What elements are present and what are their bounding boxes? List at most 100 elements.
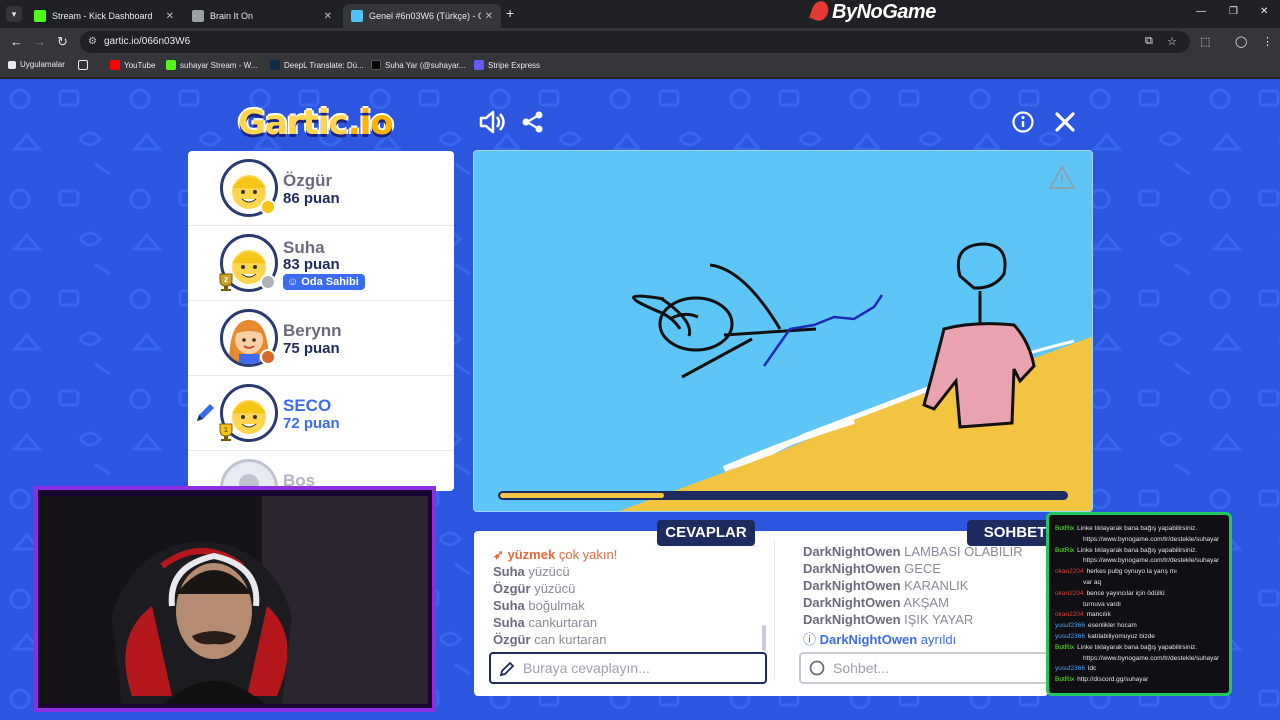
kick-icon xyxy=(34,10,46,22)
chat-username: BotRix xyxy=(1055,546,1075,554)
reload-icon[interactable]: ↻ xyxy=(57,34,68,50)
status-dot xyxy=(260,349,276,365)
stream-chat-line: https://www.bynogame.com/tr/destekle/suh… xyxy=(1083,557,1219,565)
answers-scrollbar[interactable] xyxy=(762,625,766,651)
bookmark-deepl[interactable]: DeepL Translate: Dü... xyxy=(270,60,364,70)
maximize-icon[interactable]: ❐ xyxy=(1229,6,1238,17)
stream-chat-line: okan2204 mancılık xyxy=(1055,611,1111,619)
page-icon xyxy=(192,10,204,22)
stream-chat-line: okan2204 herkes pubg oynuyo la yarış mı xyxy=(1055,568,1177,576)
chat-text: https://www.bynogame.com/tr/destekle/suh… xyxy=(1083,535,1220,543)
chat-username: yusuf2366 xyxy=(1055,633,1085,640)
share-icon[interactable] xyxy=(521,110,545,134)
close-tab-icon[interactable]: ✕ xyxy=(324,11,332,22)
close-answer-message: ➶ yüzmek çok yakın! xyxy=(493,547,618,562)
player-row: Berynn 75 puan xyxy=(188,301,454,376)
drawing-pencil-icon xyxy=(197,404,214,421)
bookmarks-bar: Uygulamalar YouTube suhayar Stream - W..… xyxy=(0,56,1280,78)
chat-input[interactable]: Sohbet... xyxy=(799,652,1049,684)
chat-message: DarkNightOwen GECE xyxy=(803,561,941,576)
players-list: Özgür 86 puan 2 Suha 83 puan ☺ Oda Sahib… xyxy=(188,151,454,491)
stream-chat-line: okan2204 bence yayıncılar için ödüllü xyxy=(1055,590,1165,598)
close-window-icon[interactable]: ✕ xyxy=(1260,6,1268,17)
chat-username: yusuf2366 xyxy=(1055,622,1085,630)
chat-text: ldc xyxy=(1088,665,1097,673)
chat-message: DarkNightOwen KARANLIK xyxy=(803,578,969,593)
stream-chat-line: https://www.bynogame.com/tr/destekle/suh… xyxy=(1083,655,1219,663)
bookmark-stripe[interactable]: Stripe Express xyxy=(474,60,540,70)
trophy-icon: 2 xyxy=(219,273,233,291)
chat-username: okan2204 xyxy=(1055,568,1084,576)
browser-tab-brain-it-on[interactable]: Brain It On ✕ xyxy=(184,4,340,28)
menu-icon[interactable]: ⋮ xyxy=(1262,35,1273,48)
chat-username: okan2204 xyxy=(1055,589,1084,597)
minimize-icon[interactable]: — xyxy=(1196,6,1206,17)
trophy-icon: 1 xyxy=(219,423,233,441)
chat-text: https://www.bynogame.com/tr/destekle/suh… xyxy=(1083,654,1220,662)
bookmark-grid[interactable] xyxy=(78,60,92,70)
close-tab-icon[interactable]: ✕ xyxy=(485,11,493,22)
bookmark-kick-stream[interactable]: suhayar Stream - W... xyxy=(166,60,257,70)
bookmark-apps[interactable]: Uygulamalar xyxy=(8,60,65,69)
chat-username: yusuf2366 xyxy=(1055,665,1085,673)
apps-grid-icon xyxy=(8,60,16,69)
player-score: 72 puan xyxy=(283,415,340,432)
chat-message: DarkNightOwen IŞIK YAYAR xyxy=(803,612,974,627)
bookmark-star-icon[interactable]: ☆ xyxy=(1167,35,1177,48)
player-score: 86 puan xyxy=(283,190,340,207)
tab-title: Brain It On xyxy=(210,11,254,21)
profile-icon[interactable]: ◯ xyxy=(1235,35,1247,48)
chat-text: http://discord.gg/suhayar xyxy=(1077,676,1149,684)
site-info-icon[interactable]: ⚙ xyxy=(88,31,97,53)
chat-text: bence yayıncılar için ödüllü xyxy=(1086,589,1165,597)
chat-text: var aq xyxy=(1083,579,1102,586)
address-bar[interactable]: ⚙ gartic.io/066n03W6 xyxy=(80,31,1190,53)
tab-title: Genel #6n03W6 (Türkçe) - Gartic xyxy=(369,11,481,21)
report-icon[interactable] xyxy=(1048,164,1076,189)
bookmark-tiktok[interactable]: Suha Yar (@suhayar... xyxy=(371,60,465,70)
answer-message: Özgür yüzücü xyxy=(493,581,576,596)
stream-chat-line: BotRix http://discord.gg/suhayar xyxy=(1055,676,1148,684)
browser-tab-kick[interactable]: Stream - Kick Dashboard ✕ xyxy=(26,4,182,28)
webcam-feed xyxy=(42,496,428,704)
url-text: gartic.io/066n03W6 xyxy=(104,36,191,47)
player-score: 75 puan xyxy=(283,340,340,357)
player-name: Özgür xyxy=(283,171,333,190)
player-row: Özgür 86 puan xyxy=(188,151,454,226)
chat-message: DarkNightOwen AKŞAM xyxy=(803,595,949,610)
kick-icon xyxy=(166,60,176,70)
status-dot xyxy=(260,274,276,290)
close-icon[interactable] xyxy=(1054,111,1076,133)
browser-toolbar: ← → ↻ ⚙ gartic.io/066n03W6 ⧉ ☆ ⬚ ◯ ⋮ xyxy=(0,28,1280,56)
close-tab-icon[interactable]: ✕ xyxy=(166,11,174,22)
bookmark-youtube[interactable]: YouTube xyxy=(110,60,155,70)
extensions-icon[interactable]: ⬚ xyxy=(1200,35,1210,48)
chat-username: okan2204 xyxy=(1055,611,1084,619)
forward-icon[interactable]: → xyxy=(33,34,46,49)
answer-message: Suha boğulmak xyxy=(493,598,585,613)
stream-chat-line: BotRix Linke tıklayarak bana bağış yapabi… xyxy=(1055,547,1197,555)
browser-tab-gartic[interactable]: Genel #6n03W6 (Türkçe) - Gartic ✕ xyxy=(343,4,501,28)
drawing-canvas[interactable] xyxy=(473,150,1093,512)
install-app-icon[interactable]: ⧉ xyxy=(1145,35,1153,48)
grid-icon xyxy=(78,60,88,70)
webcam-overlay xyxy=(34,486,436,712)
new-tab-icon[interactable]: + xyxy=(506,5,514,21)
answer-message: Suha cankurtaran xyxy=(493,615,598,630)
gartic-icon xyxy=(351,10,363,22)
stream-chat-line: yusuf2366 ldc xyxy=(1055,665,1096,673)
player-row: 2 Suha 83 puan ☺ Oda Sahibi xyxy=(188,226,454,301)
stream-chat-line: BotRix Linke tıklayarak bana bağış yapabi… xyxy=(1055,525,1197,533)
back-icon[interactable]: ← xyxy=(10,34,23,49)
tab-search-icon[interactable]: ▾ xyxy=(6,6,22,22)
answer-message: Özgür can kurtaran xyxy=(493,632,607,647)
chat-username: BotRix xyxy=(1055,525,1075,532)
sound-icon[interactable] xyxy=(478,110,506,134)
answer-input[interactable]: Buraya cevaplayın... xyxy=(489,652,767,684)
info-icon[interactable] xyxy=(1012,111,1034,133)
tab-answers[interactable]: CEVAPLAR xyxy=(657,520,755,546)
stream-chat-line: yusuf2366 katılabiliyomuyuz bizde xyxy=(1055,633,1155,641)
bynogame-logo: ByNoGame xyxy=(809,0,936,24)
youtube-icon xyxy=(110,60,120,70)
chat-text: turnuva vardı xyxy=(1083,600,1121,608)
